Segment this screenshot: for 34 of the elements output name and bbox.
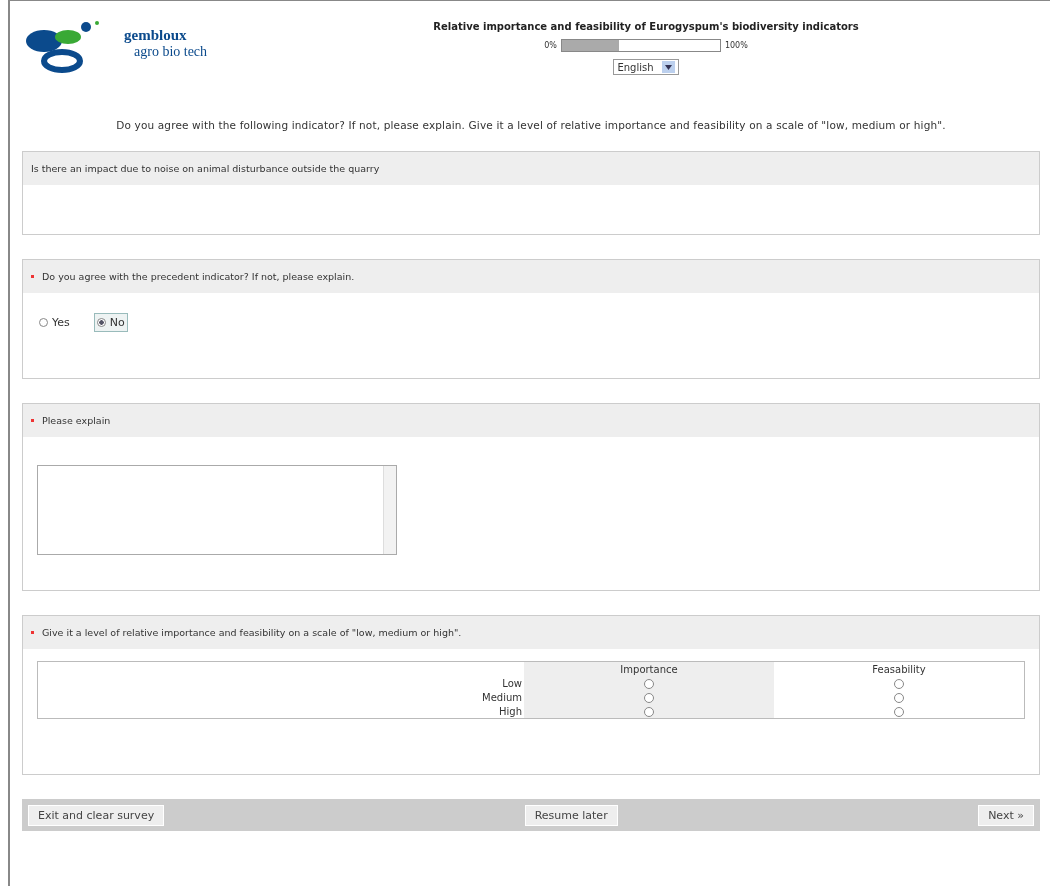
radio-button[interactable] (894, 678, 904, 689)
radio-button[interactable] (644, 678, 654, 689)
question-text: Give it a level of relative importance and feasibility on a scale of "low, medium or high". (42, 627, 462, 638)
option-label: Yes (52, 316, 70, 329)
logo-tagline: agro bio tech (133, 44, 208, 60)
option-label: No (109, 316, 125, 329)
exit-button[interactable]: Exit and clear survey (28, 804, 165, 826)
dropdown-icon (661, 61, 675, 73)
radio-button[interactable] (39, 318, 48, 327)
question-text: Do you agree with the precedent indicator? If not, please explain. (42, 271, 355, 282)
next-button[interactable]: Next » (978, 804, 1034, 826)
row-label: High (37, 704, 524, 719)
question-text: Please explain (42, 415, 111, 426)
radio-button[interactable] (644, 706, 654, 717)
row-label: Low (37, 676, 524, 690)
radio-button[interactable] (644, 692, 654, 703)
column-header: Feasability (774, 661, 1025, 676)
required-mark-icon (31, 275, 34, 278)
resume-later-button[interactable]: Resume later (524, 804, 618, 826)
radio-button[interactable] (894, 706, 904, 717)
progress-start-label: 0% (544, 41, 557, 50)
instruction-text: Do you agree with the following indicator? If not, please explain. Give it a level of relative importance and feasibility on a scale of "low, medium or high". (115, 118, 947, 133)
radio-button[interactable] (96, 318, 106, 327)
answer-box[interactable] (37, 465, 397, 555)
radio-button[interactable] (894, 692, 904, 703)
logo-name: gembloux (124, 27, 188, 44)
column-header: Importance (524, 661, 774, 676)
required-mark-icon (31, 419, 34, 422)
language-select[interactable]: English (613, 59, 679, 75)
question-text: Is there an impact due to noise on animal disturbance outside the quarry (31, 163, 380, 174)
row-label: Medium (37, 690, 524, 704)
progress-end-label: 100% (724, 41, 748, 50)
required-mark-icon (31, 631, 34, 634)
survey-title: Relative importance and feasibility of Eurogyspum's biodiversity indicators (433, 21, 859, 32)
